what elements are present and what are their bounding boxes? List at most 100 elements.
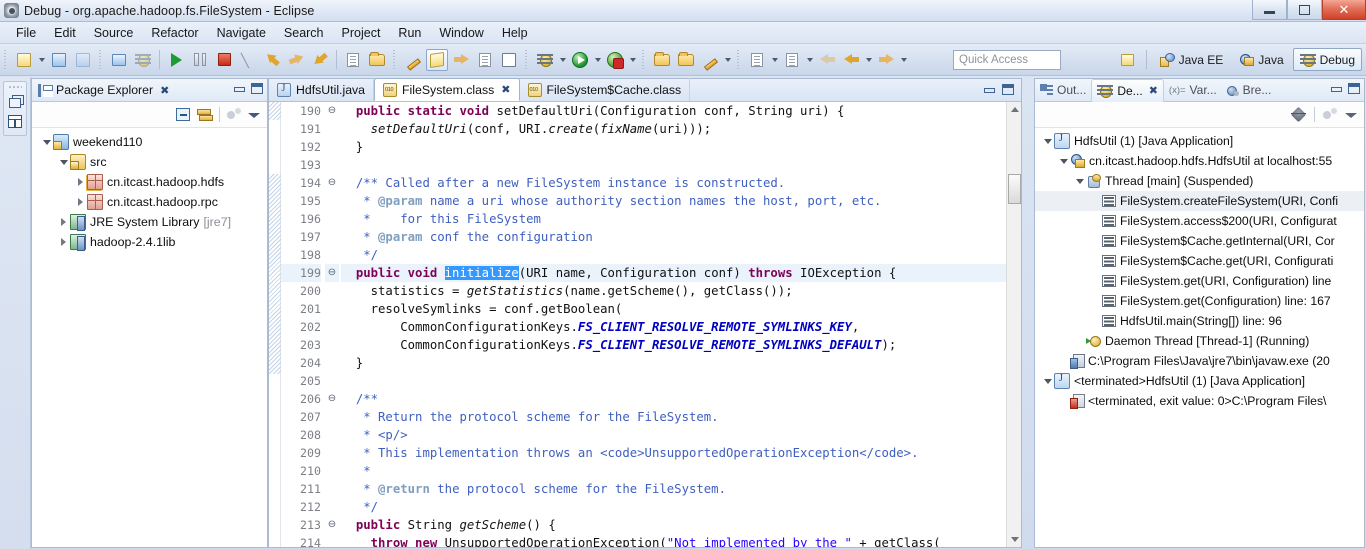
tab-breakpoints[interactable]: Bre...	[1222, 79, 1277, 102]
run-launch-dropdown-icon[interactable]	[592, 49, 603, 71]
close-icon[interactable]: ✖	[1149, 84, 1158, 97]
open-resource-icon[interactable]	[675, 49, 697, 71]
twisty-open-icon[interactable]	[1041, 131, 1054, 151]
disconnect-icon[interactable]: ╲	[237, 49, 259, 71]
terminate-icon[interactable]	[213, 49, 235, 71]
minimize-view-icon[interactable]	[233, 83, 245, 94]
package-explorer-fastview-icon[interactable]	[6, 112, 24, 130]
code-line[interactable]: * @return the protocol scheme for the Fi…	[341, 480, 1006, 498]
close-icon[interactable]: ✖	[501, 83, 510, 96]
code-line[interactable]: setDefaultUri(conf, URI.create(fixName(u…	[341, 120, 1006, 138]
maximize-editor-icon[interactable]	[1002, 84, 1014, 95]
open-perspective-icon[interactable]	[1117, 49, 1139, 71]
previous-edit-dropdown-icon[interactable]	[769, 49, 780, 71]
step-return-icon[interactable]	[309, 49, 331, 71]
minimize-view-icon[interactable]	[1330, 83, 1342, 94]
tree-item-jre-system-library[interactable]: JRE System Library [jre7]	[32, 212, 267, 232]
view-menu-icon[interactable]	[1345, 109, 1357, 121]
editor-vertical-scrollbar[interactable]	[1006, 102, 1021, 547]
suspend-icon[interactable]	[189, 49, 211, 71]
code-line[interactable]: */	[341, 246, 1006, 264]
debug-tree-item[interactable]: FileSystem$Cache.getInternal(URI, Cor	[1035, 231, 1364, 251]
debug-tree-item[interactable]: <terminated>HdfsUtil (1) [Java Applicati…	[1035, 371, 1364, 391]
menu-item-help[interactable]: Help	[493, 24, 537, 42]
twisty-closed-icon[interactable]	[74, 192, 87, 212]
menu-item-project[interactable]: Project	[333, 24, 390, 42]
debug-tree-item[interactable]: cn.itcast.hadoop.hdfs.HdfsUtil at localh…	[1035, 151, 1364, 171]
code-line[interactable]: /** Called after a new FileSystem instan…	[341, 174, 1006, 192]
edit-dropdown-icon[interactable]	[722, 49, 733, 71]
toolbar-grip-2[interactable]	[98, 49, 104, 70]
fold-toggle-icon[interactable]: ⊖	[325, 390, 339, 408]
tree-item-hadoop-lib[interactable]: hadoop-2.4.1lib	[32, 232, 267, 252]
menu-item-refactor[interactable]: Refactor	[142, 24, 207, 42]
code-line[interactable]: CommonConfigurationKeys.FS_CLIENT_RESOLV…	[341, 318, 1006, 336]
scroll-down-icon[interactable]	[1007, 532, 1021, 547]
view-menu-icon[interactable]	[248, 109, 260, 121]
step-into-icon[interactable]	[261, 49, 283, 71]
minimize-button[interactable]	[1252, 0, 1287, 20]
open-type-icon[interactable]	[474, 49, 496, 71]
fold-toggle-icon[interactable]: ⊖	[325, 264, 339, 282]
twisty-open-icon[interactable]	[1057, 151, 1070, 171]
code-line[interactable]: throw new UnsupportedOperationException(…	[341, 534, 1006, 547]
tab-outline[interactable]: Out...	[1035, 79, 1091, 102]
new-java-project-icon[interactable]	[651, 49, 673, 71]
toolbar-grip-6[interactable]	[736, 49, 742, 70]
forward-icon[interactable]	[875, 49, 897, 71]
source-code-text[interactable]: public static void setDefaultUri(Configu…	[339, 102, 1006, 547]
skip-breakpoints-icon[interactable]	[132, 49, 154, 71]
debug-tree-item[interactable]: HdfsUtil (1) [Java Application]	[1035, 131, 1364, 151]
menu-item-source[interactable]: Source	[85, 24, 143, 42]
toolbar-grip-3[interactable]	[392, 49, 398, 70]
menu-item-window[interactable]: Window	[430, 24, 492, 42]
code-line[interactable]: statistics = getStatistics(name.getSchem…	[341, 282, 1006, 300]
menu-item-edit[interactable]: Edit	[45, 24, 85, 42]
twisty-closed-icon[interactable]	[57, 232, 70, 252]
tab-package-explorer[interactable]: Package Explorer ✖	[32, 79, 175, 102]
tree-item-package-hdfs[interactable]: cn.itcast.hadoop.hdfs	[32, 172, 267, 192]
code-line[interactable]: public void initialize(URI name, Configu…	[341, 264, 1006, 282]
toggle-mark-occurrences-icon[interactable]	[426, 48, 448, 71]
code-line[interactable]: * for this FileSystem	[341, 210, 1006, 228]
debug-launch-icon[interactable]	[534, 49, 556, 71]
new-wizard-icon[interactable]	[13, 49, 35, 71]
code-line[interactable]: /**	[341, 390, 1006, 408]
coverage-dropdown-icon[interactable]	[627, 49, 638, 71]
next-edit-dropdown-icon[interactable]	[804, 49, 815, 71]
forward-dropdown-icon[interactable]	[898, 49, 909, 71]
perspective-java-ee[interactable]: Java EE	[1153, 49, 1231, 71]
menu-item-file[interactable]: File	[7, 24, 45, 42]
menu-item-navigate[interactable]: Navigate	[208, 24, 275, 42]
debug-tree-item[interactable]: HdfsUtil.main(String[]) line: 96	[1035, 311, 1364, 331]
twisty-open-icon[interactable]	[1041, 371, 1054, 391]
back-icon[interactable]	[840, 49, 862, 71]
twisty-closed-icon[interactable]	[74, 172, 87, 192]
back-pale-icon[interactable]	[816, 49, 838, 71]
code-line[interactable]: resolveSymlinks = conf.getBoolean(	[341, 300, 1006, 318]
tab-debug[interactable]: De... ✖	[1091, 78, 1164, 102]
editor-tab-filesystem[interactable]: FileSystem.class ✖	[374, 78, 520, 101]
maximize-view-icon[interactable]	[1348, 83, 1360, 94]
maximize-button[interactable]	[1287, 0, 1322, 20]
coverage-launch-icon[interactable]	[604, 49, 626, 71]
toolbar-grip[interactable]	[3, 49, 9, 70]
twisty-open-icon[interactable]	[40, 132, 53, 152]
link-with-editor-icon[interactable]	[197, 108, 213, 121]
code-line[interactable]: * <p/>	[341, 426, 1006, 444]
debug-tree-item[interactable]: FileSystem.createFileSystem(URI, Confi	[1035, 191, 1364, 211]
save-icon[interactable]	[48, 49, 70, 71]
minimize-editor-icon[interactable]	[983, 84, 995, 95]
code-line[interactable]: public static void setDefaultUri(Configu…	[341, 102, 1006, 120]
tree-item-weekend110[interactable]: weekend110	[32, 132, 267, 152]
debug-tree-item[interactable]: FileSystem.get(URI, Configuration) line	[1035, 271, 1364, 291]
run-launch-icon[interactable]	[569, 49, 591, 71]
code-line[interactable]: }	[341, 354, 1006, 372]
step-over-icon[interactable]	[285, 49, 307, 71]
toolbar-grip-4[interactable]	[524, 49, 530, 70]
twisty-open-icon[interactable]	[1073, 171, 1086, 191]
twisty-closed-icon[interactable]	[57, 212, 70, 232]
drop-to-frame-icon[interactable]	[366, 49, 388, 71]
edit-icon[interactable]	[699, 49, 721, 71]
code-line[interactable]: * Return the protocol scheme for the Fil…	[341, 408, 1006, 426]
